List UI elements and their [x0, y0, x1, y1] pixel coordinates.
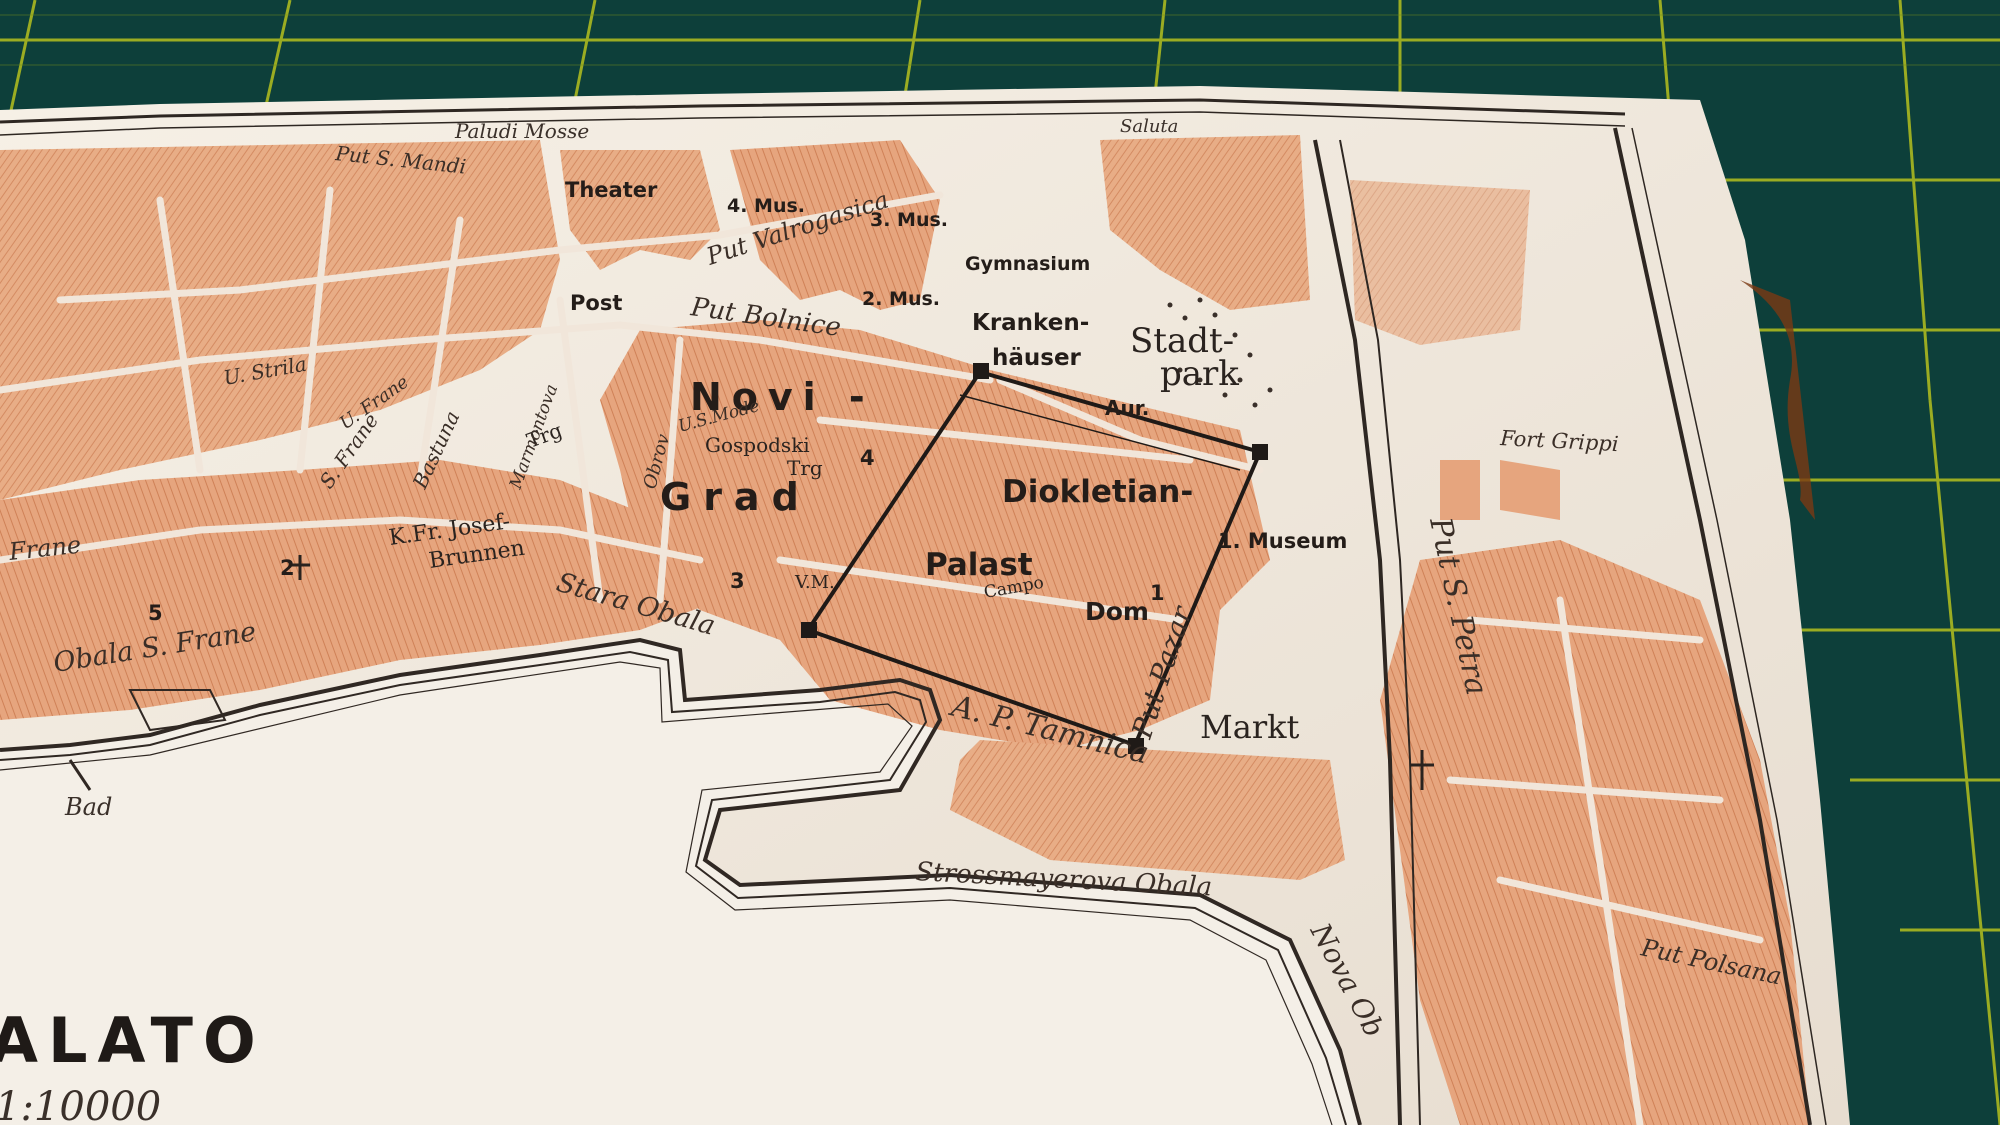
- markt-label: Markt: [1200, 708, 1300, 746]
- grad-label: Grad: [660, 475, 811, 519]
- kranken-label-1: Kranken-: [972, 310, 1089, 336]
- palast-label: Palast: [925, 547, 1033, 583]
- marker-4: 4: [860, 446, 875, 470]
- map-scale: 1:10000: [0, 1084, 161, 1125]
- post-label: Post: [570, 291, 622, 315]
- marker-5: 5: [148, 601, 163, 625]
- museum-4-label: 4. Mus.: [727, 195, 805, 217]
- marker-1: 1: [1150, 581, 1165, 605]
- bad-label: Bad: [64, 793, 112, 821]
- stadtpark-label-2: park: [1160, 354, 1239, 394]
- frame-label-paludi: Paludi Mosse: [454, 119, 589, 143]
- vm-label: V.M.: [794, 572, 835, 593]
- theater-label: Theater: [565, 178, 658, 202]
- kranken-label-2: häuser: [992, 345, 1082, 371]
- diokletian-label: Diokletian-: [1002, 474, 1193, 510]
- aur-label: Aur.: [1105, 396, 1149, 420]
- frame-label-saluta: Saluta: [1120, 116, 1178, 137]
- map-photo: Paludi Mosse Saluta Theater 4. Mus. 3. M…: [0, 0, 2000, 1125]
- marker-2: 2: [280, 556, 295, 580]
- marker-3: 3: [730, 569, 745, 593]
- city-title: ALATO: [0, 1004, 266, 1077]
- museum-2-label: 2. Mus.: [862, 288, 940, 310]
- museum-1-label: 1. Museum: [1218, 529, 1347, 553]
- dom-label: Dom: [1085, 597, 1149, 626]
- gymnasium-label: Gymnasium: [965, 253, 1090, 275]
- gospodski-label-1: Gospodski: [705, 433, 810, 457]
